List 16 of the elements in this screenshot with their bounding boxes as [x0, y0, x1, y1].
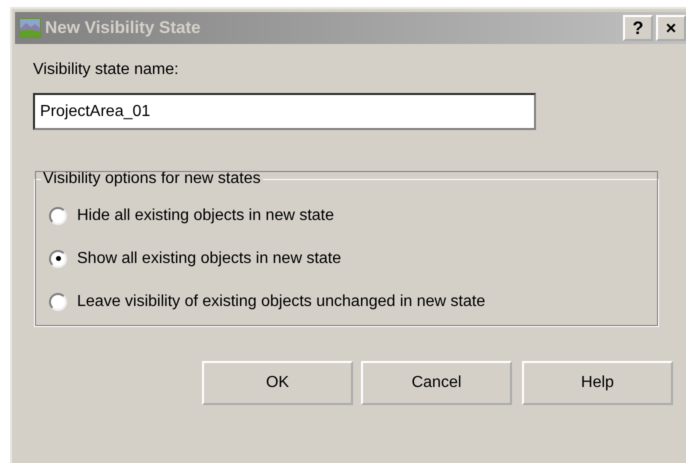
radio-button[interactable]	[49, 250, 67, 268]
radio-button[interactable]	[49, 292, 67, 310]
ok-button[interactable]: OK	[202, 361, 353, 405]
window-title: New Visibility State	[45, 18, 202, 38]
radio-button[interactable]	[49, 206, 67, 224]
field-label: Visibility state name:	[33, 61, 180, 79]
help-button[interactable]: Help	[522, 361, 673, 405]
group-title: Visibility options for new states	[42, 170, 262, 188]
help-button[interactable]: ?	[623, 15, 653, 41]
landscape-icon	[19, 18, 41, 38]
name-field[interactable]: ProjectArea_01	[33, 93, 536, 130]
cancel-button[interactable]: Cancel	[361, 361, 512, 405]
option-label[interactable]: Leave visibility of existing objects unchanged in new state	[77, 292, 486, 310]
close-button[interactable]: ×	[656, 15, 686, 41]
option-label[interactable]: Hide all existing objects in new state	[77, 206, 334, 224]
option-label[interactable]: Show all existing objects in new state	[77, 250, 342, 268]
